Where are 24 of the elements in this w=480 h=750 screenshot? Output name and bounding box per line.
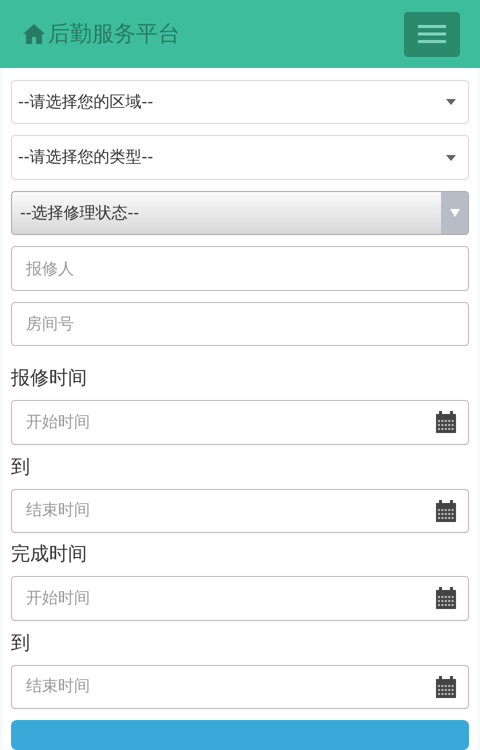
dropdown-field[interactable]: --请选择您的类型-- (11, 135, 469, 180)
calendar-icon (436, 676, 456, 698)
calendar-icon (436, 500, 456, 522)
menu-icon (418, 24, 446, 44)
home-icon (22, 23, 46, 45)
input-field[interactable]: 报修人 (11, 246, 469, 291)
menu-button[interactable] (404, 12, 460, 56)
range-separator: 到 (11, 630, 31, 656)
date-field[interactable]: 开始时间 (11, 576, 469, 620)
date-field[interactable]: 结束时间 (11, 488, 469, 534)
field-label: 报修时间 (11, 366, 88, 392)
dropdown-field[interactable]: --选择修理状态-- (11, 190, 469, 236)
field-label: 完成时间 (11, 542, 88, 568)
range-separator: 到 (11, 454, 31, 480)
app-title: 后勤服务平台 (48, 21, 180, 49)
date-field[interactable]: 结束时间 (11, 664, 469, 709)
caret-icon (446, 99, 456, 106)
caret-icon (446, 154, 456, 161)
caret-icon (450, 209, 460, 218)
calendar-icon (436, 587, 456, 610)
dropdown-field[interactable]: --请选择您的区域-- (11, 80, 469, 124)
date-field[interactable]: 开始时间 (11, 400, 469, 445)
input-field[interactable]: 房间号 (11, 302, 469, 346)
calendar-icon (436, 411, 456, 434)
